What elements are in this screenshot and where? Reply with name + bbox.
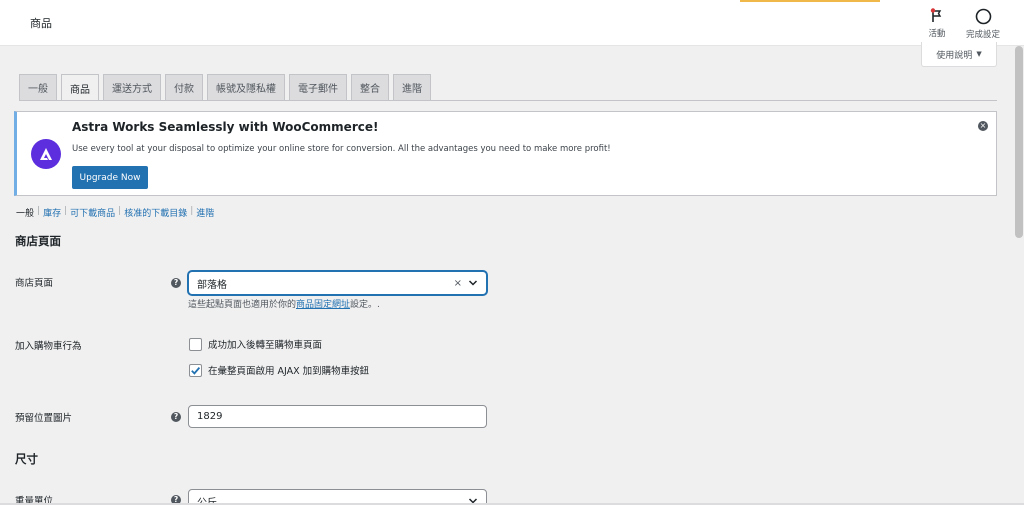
tab-integration[interactable]: 整合: [351, 74, 389, 100]
subnav-inventory[interactable]: 庫存: [43, 206, 61, 219]
ajax-add-to-cart-option: 在彙整頁面啟用 AJAX 加到購物車按鈕: [189, 363, 369, 377]
shop-page-description: 這些起點頁面也適用於你的商品固定網址設定。.: [188, 297, 380, 310]
desc-prefix: 這些起點頁面也適用於你的: [188, 300, 297, 310]
shop-page-value: 部落格: [197, 279, 227, 291]
clear-selection-icon[interactable]: ×: [454, 278, 462, 289]
notice-text: Use every tool at your disposal to optim…: [72, 144, 611, 154]
permalink-settings-link[interactable]: 商品固定網址: [296, 300, 350, 310]
chevron-down-icon: [468, 280, 478, 286]
help-tip-icon[interactable]: ?: [171, 278, 181, 288]
progress-circle-icon: [975, 8, 991, 25]
redirect-to-cart-checkbox[interactable]: [189, 337, 202, 351]
tab-accounts-privacy[interactable]: 帳號及隱私權: [207, 74, 285, 100]
subnav-separator: |: [64, 206, 68, 216]
ajax-add-to-cart-label: 在彙整頁面啟用 AJAX 加到購物車按鈕: [208, 366, 370, 377]
redirect-to-cart-label: 成功加入後轉至購物車頁面: [208, 340, 323, 351]
admin-header: 商品 活動 完成設定: [0, 0, 1024, 46]
ajax-add-to-cart-checkbox[interactable]: [189, 363, 202, 377]
help-tab-button[interactable]: 使用說明 ▼: [921, 42, 997, 67]
tab-shipping[interactable]: 運送方式: [103, 74, 161, 100]
astra-notice: Astra Works Seamlessly with WooCommerce!…: [14, 111, 997, 196]
checkmark-icon: [191, 366, 201, 375]
astra-mark-icon: [40, 148, 52, 160]
flag-icon: [930, 8, 942, 22]
subnav-approved-directories[interactable]: 核准的下載目錄: [124, 206, 187, 219]
subnav-advanced[interactable]: 進階: [196, 206, 214, 219]
progress-accent-line: [740, 0, 880, 2]
add-to-cart-label: 加入購物車行為: [15, 341, 82, 352]
tab-general[interactable]: 一般: [19, 74, 57, 100]
section-heading-dimensions: 尺寸: [15, 452, 38, 466]
subnav-separator: |: [118, 206, 122, 216]
page-scrollbar-thumb[interactable]: [1015, 46, 1023, 238]
page-title: 商品: [30, 17, 52, 30]
subnav-general: 一般: [16, 209, 35, 219]
tab-advanced[interactable]: 進階: [393, 74, 431, 100]
subnav-separator: |: [37, 206, 41, 216]
finish-setup-button[interactable]: 完成設定: [960, 8, 1006, 40]
placeholder-image-label: 預留位置圖片: [15, 413, 73, 424]
caret-down-icon: ▼: [976, 50, 982, 58]
desc-suffix: 設定。.: [350, 300, 380, 310]
settings-tabs: 一般 商品 運送方式 付款 帳號及隱私權 電子郵件 整合 進階: [19, 74, 431, 101]
tab-payments[interactable]: 付款: [165, 74, 203, 100]
tab-products[interactable]: 商品: [61, 74, 99, 101]
astra-logo-icon: [31, 139, 61, 169]
section-subnav: 一般 | 庫存 | 可下載商品 | 核准的下載目錄 | 進階: [16, 206, 214, 219]
help-label: 使用說明: [936, 50, 973, 61]
placeholder-image-input[interactable]: 1829: [188, 405, 487, 428]
redirect-to-cart-option: 成功加入後轉至購物車頁面: [189, 337, 322, 351]
upgrade-now-button[interactable]: Upgrade Now: [72, 166, 148, 189]
finish-setup-label: 完成設定: [965, 30, 1000, 40]
shop-page-label: 商店頁面: [15, 278, 54, 289]
dismiss-notice-icon[interactable]: ×: [978, 121, 988, 131]
tab-emails[interactable]: 電子郵件: [289, 74, 347, 100]
notice-title: Astra Works Seamlessly with WooCommerce!: [72, 120, 379, 134]
section-heading-shop-pages: 商店頁面: [15, 234, 61, 248]
activity-label: 活動: [928, 29, 946, 39]
shop-page-select[interactable]: 部落格 ×: [188, 271, 487, 295]
help-tip-icon[interactable]: ?: [171, 412, 181, 422]
activity-button[interactable]: 活動: [920, 8, 954, 39]
tabs-divider: [19, 100, 997, 101]
subnav-downloadable[interactable]: 可下載商品: [70, 206, 115, 219]
subnav-separator: |: [190, 206, 194, 216]
